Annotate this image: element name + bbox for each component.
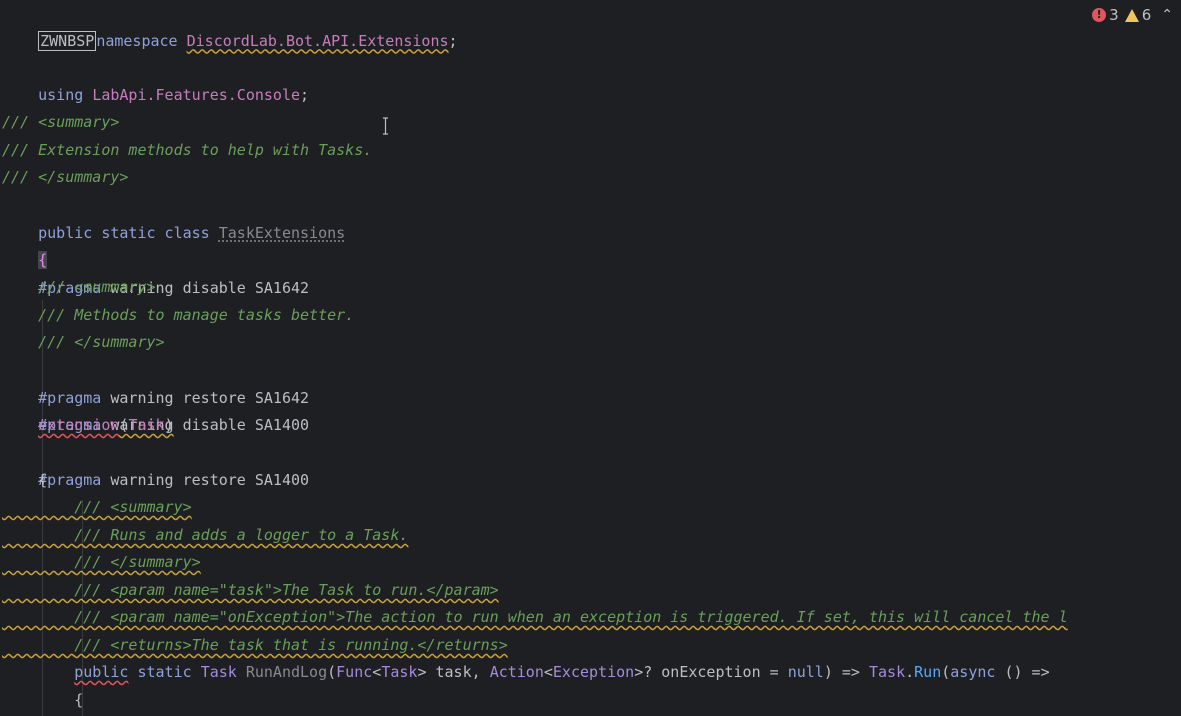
code-line-24: /// <returns>The task that is running.</… [2, 632, 508, 660]
paren: ( [327, 663, 337, 681]
code-line-5: /// <summary> [2, 113, 120, 131]
keyword: static [128, 663, 201, 681]
code-line-8: public static class TaskExtensions [2, 192, 345, 242]
inspection-widget[interactable]: ! 3 6 ⌃ [1092, 4, 1173, 26]
method-name: RunAndLog [236, 663, 328, 681]
code-line-16: extension(Task) [2, 412, 174, 440]
punctuation: . [905, 663, 915, 681]
code-line-23: /// <param name="onException">The action… [2, 604, 1068, 632]
class-name: TaskExtensions [218, 223, 346, 242]
code-line-20: /// Runs and adds a logger to a Task. [2, 522, 408, 550]
pragma-keyword: #pragma [38, 470, 102, 489]
type-name: Action [489, 663, 544, 681]
code-line-15: #pragma warning disable SA1400 [2, 384, 309, 434]
code-line-25: public static Task RunAndLog(Func<Task> … [2, 659, 1050, 687]
code-line-7: /// </summary> [2, 168, 129, 186]
code-line-10: #pragma warning disable SA1642 [2, 247, 309, 297]
doc-comment: /// <summary> [74, 498, 192, 516]
keyword: async [950, 663, 996, 681]
doc-comment: /// <param name="onException">The action… [74, 608, 1068, 626]
namespace-name: DiscordLab.Bot.API.Extensions [186, 31, 449, 50]
code-line-3: using LabApi.Features.Console; [2, 54, 309, 104]
keyword: public [74, 663, 129, 681]
code-line-13: /// </summary> [2, 333, 165, 351]
code-line-9: { [2, 219, 48, 269]
doc-comment: /// Runs and adds a logger to a Task. [74, 526, 409, 544]
code-line-6: /// Extension methods to help with Tasks… [2, 141, 373, 159]
paren: ) [164, 416, 174, 434]
doc-comment: /// <param name="task">The Task to run.<… [74, 581, 499, 599]
code-line-12: /// Methods to manage tasks better. [2, 306, 355, 324]
warning-icon [1124, 8, 1139, 22]
type-name: Task [200, 663, 237, 681]
code-line-19: /// <summary> [2, 494, 192, 522]
paren: ( [941, 663, 951, 681]
doc-comment: /// <returns>The task that is running.</… [74, 636, 508, 654]
keyword: namespace [96, 31, 178, 50]
extension-keyword: extension [38, 416, 120, 434]
warning-count-badge[interactable]: 6 [1124, 6, 1152, 24]
param-text: > task, [417, 663, 490, 681]
code-line-1: ZWNBSP namespace DiscordLab.Bot.API.Exten… [2, 0, 458, 51]
chevron-up-icon[interactable]: ⌃ [1161, 7, 1173, 23]
type-name: Task [128, 416, 165, 434]
method-call: Run [914, 663, 942, 681]
param-text: >? onException = [634, 663, 788, 681]
doc-comment: /// </summary> [74, 553, 201, 571]
warning-count: 6 [1141, 6, 1152, 24]
code-line-18: { [2, 471, 48, 489]
punctuation: < [372, 663, 382, 681]
type-name: Task [869, 663, 906, 681]
punctuation: ; [448, 31, 458, 50]
type-name: Task [381, 663, 418, 681]
code-line-22: /// <param name="task">The Task to run.<… [2, 577, 499, 605]
code-line-21: /// </summary> [2, 549, 201, 577]
param-text: () => [995, 663, 1050, 681]
code-line-11: /// <summary> [2, 278, 156, 296]
error-icon: ! [1092, 8, 1107, 22]
code-line-14: #pragma warning restore SA1642 [2, 357, 309, 407]
code-line-17: #pragma warning restore SA1400 [2, 439, 309, 489]
namespace-name: LabApi.Features.Console [92, 85, 301, 104]
pragma-text: warning restore SA1400 [101, 470, 310, 489]
type-name: Func [336, 663, 373, 681]
code-line-26: { [2, 687, 83, 715]
param-text: ) => [823, 663, 869, 681]
keyword: using [38, 85, 84, 104]
open-brace: { [74, 691, 84, 709]
error-count-badge[interactable]: ! 3 [1092, 6, 1119, 24]
keyword: null [787, 663, 824, 681]
keyword: public static class [38, 223, 210, 242]
zwnbsp-marker: ZWNBSP [38, 30, 97, 51]
text-cursor-icon [383, 117, 388, 135]
type-name: Exception [552, 663, 635, 681]
punctuation: ; [300, 85, 310, 104]
punctuation: < [543, 663, 553, 681]
error-count: 3 [1109, 6, 1119, 24]
code-editor[interactable]: ZWNBSP namespace DiscordLab.Bot.API.Exten… [0, 0, 1181, 716]
